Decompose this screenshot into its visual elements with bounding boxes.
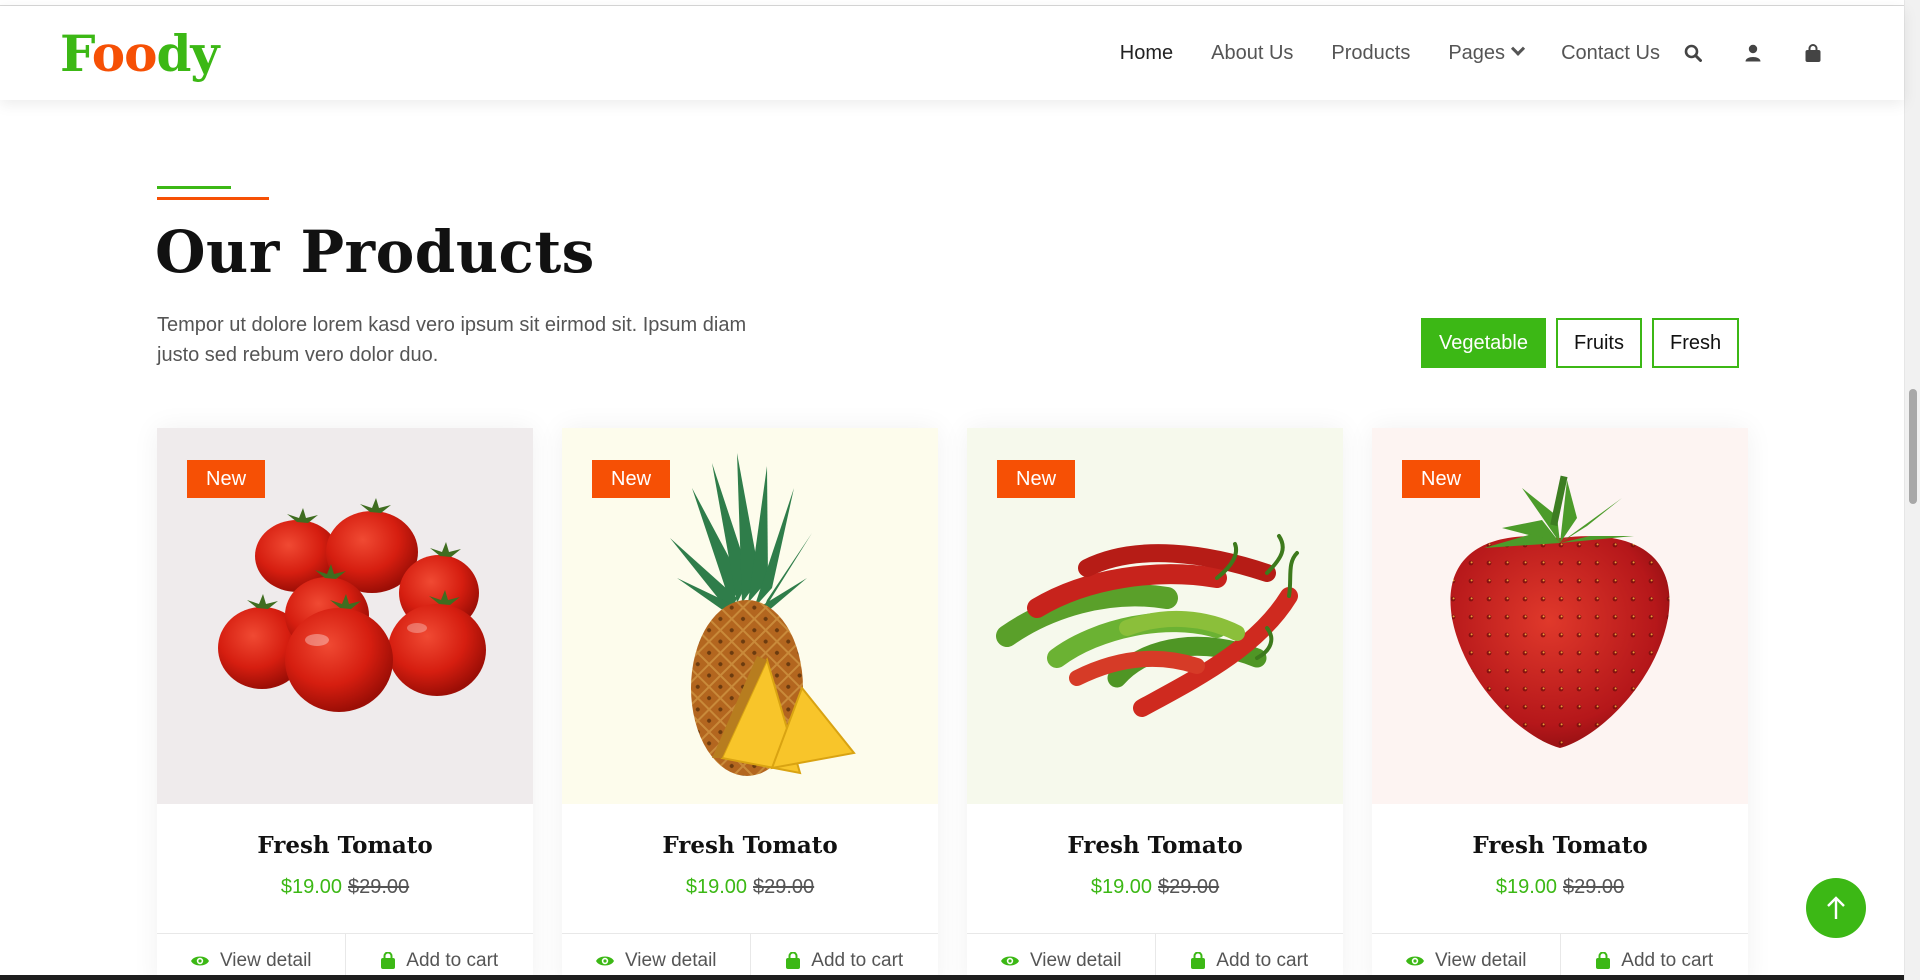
add-to-cart-button[interactable]: Add to cart [751,934,939,980]
product-name[interactable]: Fresh Tomato [1372,832,1748,859]
filter-fruits[interactable]: Fruits [1555,318,1642,368]
nav-home[interactable]: Home [1120,42,1173,65]
logo[interactable]: Foody [60,24,219,84]
user-icon [1745,44,1761,62]
nav-about-us[interactable]: About Us [1211,42,1293,65]
view-detail-label: View detail [624,950,717,971]
add-to-cart-label: Add to cart [1216,950,1309,971]
new-badge: New [997,460,1076,498]
product-actions: View detail Add to cart [1372,933,1748,980]
view-detail-button[interactable]: View detail [157,934,346,980]
search-icon [1684,44,1702,62]
main-nav: Home About Us Products Pages Contact Us [1120,6,1904,100]
product-price: $19.00 [685,876,747,898]
eye-icon [1405,956,1424,966]
nav-products-label: Products [1331,41,1411,64]
logo-letters-oo: oo [91,24,158,83]
product-price: $19.00 [1495,876,1557,898]
category-filters: Vegetable Fruits Fresh [1421,318,1740,368]
logo-letters-dy: dy [156,24,219,83]
add-to-cart-button[interactable]: Add to cart [1156,934,1344,980]
view-detail-label: View detail [1029,950,1122,971]
navbar: Foody Home About Us Products Pages Conta… [0,6,1904,100]
filter-fresh-label: Fresh [1669,331,1722,354]
product-card: New Fresh Tomato $19.00 $29.00 View detai… [967,428,1343,980]
search-button[interactable] [1682,42,1704,64]
product-image-box[interactable]: New [1372,428,1748,804]
nav-about-label: About Us [1211,41,1294,64]
cart-button[interactable] [1802,42,1824,64]
add-to-cart-label: Add to cart [1621,950,1714,971]
product-name[interactable]: Fresh Tomato [967,832,1343,859]
nav-pages-label: Pages [1448,41,1506,64]
filter-vegetable[interactable]: Vegetable [1421,318,1546,368]
add-to-cart-label: Add to cart [811,950,904,971]
new-badge: New [187,460,266,498]
product-image-box[interactable]: New [562,428,938,804]
product-price: $19.00 [1090,876,1152,898]
arrow-up-icon [1827,896,1845,919]
product-actions: View detail Add to cart [562,933,938,980]
nav-products[interactable]: Products [1331,42,1410,65]
taskbar-edge [0,975,1904,980]
product-card: New Fresh Tomato $19.00 $29.00 View detai… [562,428,938,980]
product-prices: $19.00 $29.00 [157,876,533,899]
filter-fruits-label: Fruits [1573,331,1624,354]
shopping-bag-icon [1805,43,1821,62]
eye-icon [1000,956,1019,966]
product-prices: $19.00 $29.00 [967,876,1343,899]
nav-contact-us[interactable]: Contact Us [1561,42,1660,65]
nav-contact-label: Contact Us [1561,41,1660,64]
product-old-price: $29.00 [1158,876,1220,898]
title-underline-orange [157,197,269,200]
shopping-bag-icon [381,952,396,969]
view-detail-button[interactable]: View detail [562,934,751,980]
shopping-bag-icon [1596,952,1611,969]
product-old-price: $29.00 [753,876,815,898]
shopping-bag-icon [1191,952,1206,969]
product-prices: $19.00 $29.00 [1372,876,1748,899]
section-title: Our Products [155,218,595,286]
add-to-cart-button[interactable]: Add to cart [346,934,534,980]
eye-icon [595,956,614,966]
view-detail-button[interactable]: View detail [1372,934,1561,980]
product-image-box[interactable]: New [157,428,533,804]
logo-letter-f: F [60,24,93,83]
back-to-top-button[interactable] [1806,878,1866,938]
product-prices: $19.00 $29.00 [562,876,938,899]
nav-icons [1682,42,1824,64]
view-detail-label: View detail [1434,950,1527,971]
eye-icon [190,956,209,966]
add-to-cart-button[interactable]: Add to cart [1561,934,1749,980]
new-badge: New [592,460,671,498]
product-actions: View detail Add to cart [157,933,533,980]
product-old-price: $29.00 [1563,876,1625,898]
view-detail-button[interactable]: View detail [967,934,1156,980]
page-scrollbar[interactable] [1904,0,1920,980]
product-card: New Fresh Tomato $19.00 $29.00 View detai… [157,428,533,980]
product-old-price: $29.00 [348,876,410,898]
filter-fresh[interactable]: Fresh [1651,318,1740,368]
add-to-cart-label: Add to cart [406,950,499,971]
scrollbar-thumb[interactable] [1909,389,1917,504]
account-button[interactable] [1742,42,1764,64]
product-name[interactable]: Fresh Tomato [562,832,938,859]
product-card: New Fresh Tomato $19.00 $29.00 View detai… [1372,428,1748,980]
section-description: Tempor ut dolore lorem kasd vero ipsum s… [157,314,747,366]
shopping-bag-icon [786,952,801,969]
view-detail-label: View detail [219,950,312,971]
nav-pages-dropdown[interactable]: Pages [1448,41,1526,65]
nav-home-label: Home [1119,41,1174,64]
product-price: $19.00 [280,876,342,898]
page: Foody Home About Us Products Pages Conta… [0,0,1920,980]
filter-vegetable-label: Vegetable [1439,331,1528,354]
product-name[interactable]: Fresh Tomato [157,832,533,859]
chevron-down-icon [1510,41,1526,56]
title-underline-green [157,186,231,189]
product-actions: View detail Add to cart [967,933,1343,980]
new-badge: New [1402,460,1481,498]
product-image-box[interactable]: New [967,428,1343,804]
